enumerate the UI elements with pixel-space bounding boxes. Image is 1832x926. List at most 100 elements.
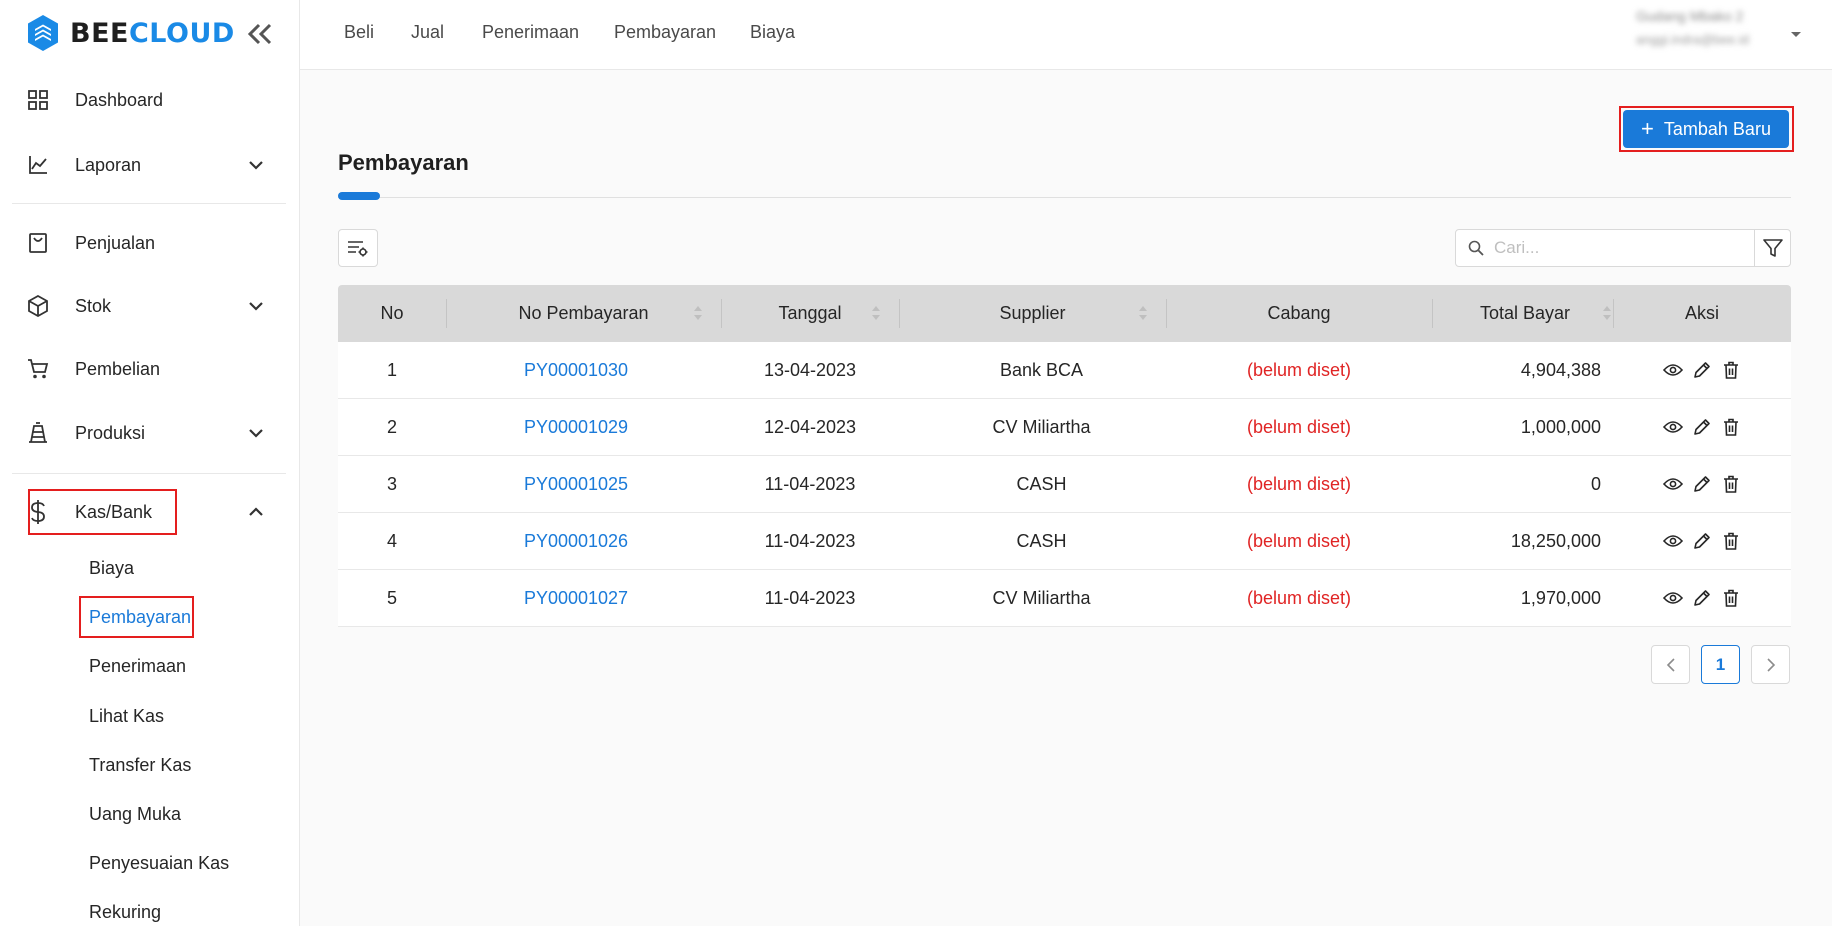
col-header-aksi: Aksi [1684,303,1719,323]
filter-icon [1762,239,1783,257]
search-field[interactable] [1455,229,1755,267]
cart-icon [26,357,50,381]
sidebar-item-stok[interactable]: Stok [26,286,276,326]
sidebar-item-label: Laporan [75,154,142,175]
cell-cabang: (belum diset) [1246,587,1352,608]
cell-total-bayar: 1,000,000 [1520,416,1601,437]
col-header-cabang: Cabang [1267,303,1331,323]
sidebar-item-produksi[interactable]: Produksi [26,413,276,453]
cell-total-bayar: 0 [1590,473,1601,494]
edit-icon[interactable] [1692,360,1712,380]
add-new-button[interactable]: + Tambah Baru [1623,110,1789,148]
payment-number-link[interactable]: PY00001027 [446,570,706,626]
cell-total-bayar: 1,970,000 [1520,587,1601,608]
cell-no: 5 [386,587,397,608]
submenu-item-biaya[interactable]: Biaya [89,558,134,579]
sidebar-item-label: Dashboard [75,89,164,110]
caret-down-icon[interactable] [1790,24,1802,44]
delete-icon[interactable] [1721,531,1741,551]
active-tab-indicator [338,192,380,200]
user-menu[interactable]: Gudang Mbako 2 anggi.indra@bee.id [1636,8,1806,47]
cell-no: 4 [386,530,397,551]
delete-icon[interactable] [1721,588,1741,608]
grid-icon [26,88,50,112]
factory-icon [26,421,50,445]
table-row: 5 PY00001027 11-04-2023 CV Miliartha (be… [338,570,1791,627]
sidebar-item-pembelian[interactable]: Pembelian [26,349,276,389]
submenu-item-uang-muka[interactable]: Uang Muka [89,804,181,825]
topnav-link-biaya[interactable]: Biaya [750,22,795,43]
payment-number-link[interactable]: PY00001026 [446,513,706,569]
sort-icon [871,305,881,326]
cell-no: 3 [386,473,397,494]
top-navbar: Beli Jual Penerimaan Pembayaran Biaya Gu… [300,0,1832,70]
column-settings-button[interactable] [338,229,378,267]
table-header: No No Pembayaran Tanggal Supplier Cabang… [338,285,1791,342]
sidebar: BEECLOUD Dashboard Laporan Penjualan Sto… [0,0,300,926]
payment-number-link[interactable]: PY00001030 [446,342,706,398]
sort-icon [693,305,703,326]
search-input[interactable] [1494,238,1734,258]
pagination-page-1[interactable]: 1 [1701,645,1740,684]
cell-total-bayar: 4,904,388 [1520,359,1601,380]
cell-cabang: (belum diset) [1246,416,1352,437]
sidebar-item-label: Produksi [75,422,146,443]
collapse-sidebar-button[interactable] [246,20,274,48]
col-header-no: No [380,303,404,323]
table-row: 3 PY00001025 11-04-2023 CASH (belum dise… [338,456,1791,513]
topnav-link-jual[interactable]: Jual [411,22,444,43]
edit-icon[interactable] [1692,417,1712,437]
topnav-link-beli[interactable]: Beli [344,22,374,43]
sort-icon [1602,305,1612,326]
cell-cabang: (belum diset) [1246,473,1352,494]
submenu-item-penyesuaian-kas[interactable]: Penyesuaian Kas [89,853,229,874]
topnav-link-penerimaan[interactable]: Penerimaan [482,22,579,43]
edit-icon[interactable] [1692,588,1712,608]
filter-button[interactable] [1754,229,1791,267]
sidebar-item-penjualan[interactable]: Penjualan [26,223,276,263]
edit-icon[interactable] [1692,474,1712,494]
payment-number-link[interactable]: PY00001025 [446,456,706,512]
cell-tanggal: 13-04-2023 [763,359,857,380]
col-header-supplier[interactable]: Supplier [899,285,1166,342]
delete-icon[interactable] [1721,417,1741,437]
delete-icon[interactable] [1721,474,1741,494]
line-chart-icon [26,153,50,177]
sidebar-item-kas-bank[interactable]: Kas/Bank [26,492,276,532]
view-icon[interactable] [1663,360,1683,380]
submenu-item-rekuring[interactable]: Rekuring [89,902,161,923]
table-row: 1 PY00001030 13-04-2023 Bank BCA (belum … [338,342,1791,399]
user-name: Gudang Mbako 2 [1636,8,1744,24]
cell-tanggal: 12-04-2023 [763,416,857,437]
cell-tanggal: 11-04-2023 [764,587,856,608]
chevron-left-icon [1666,657,1675,672]
cell-supplier: Bank BCA [999,359,1084,380]
cell-supplier: CASH [1016,530,1067,551]
pagination-next-button[interactable] [1751,645,1790,684]
view-icon[interactable] [1663,588,1683,608]
edit-icon[interactable] [1692,531,1712,551]
cell-cabang: (belum diset) [1246,530,1352,551]
sidebar-item-label: Stok [75,295,112,316]
view-icon[interactable] [1663,531,1683,551]
col-header-tanggal[interactable]: Tanggal [721,285,899,342]
pagination-prev-button[interactable] [1651,645,1690,684]
sidebar-item-dashboard[interactable]: Dashboard [26,80,276,120]
topnav-link-pembayaran[interactable]: Pembayaran [614,22,716,43]
brand-logo[interactable]: BEECLOUD [26,14,235,52]
sidebar-item-laporan[interactable]: Laporan [26,145,276,185]
col-header-total-bayar[interactable]: Total Bayar [1432,285,1628,342]
row-actions [1613,399,1791,455]
submenu-item-lihat-kas[interactable]: Lihat Kas [89,706,164,727]
view-icon[interactable] [1663,417,1683,437]
submenu-item-penerimaan[interactable]: Penerimaan [89,656,186,677]
submenu-item-transfer-kas[interactable]: Transfer Kas [89,755,191,776]
view-icon[interactable] [1663,474,1683,494]
cell-no: 2 [386,416,397,437]
table-row: 2 PY00001029 12-04-2023 CV Miliartha (be… [338,399,1791,456]
payment-number-link[interactable]: PY00001029 [446,399,706,455]
chevron-down-icon [246,423,266,443]
submenu-item-pembayaran[interactable]: Pembayaran [89,607,191,628]
col-header-no-pembayaran[interactable]: No Pembayaran [446,285,721,342]
delete-icon[interactable] [1721,360,1741,380]
